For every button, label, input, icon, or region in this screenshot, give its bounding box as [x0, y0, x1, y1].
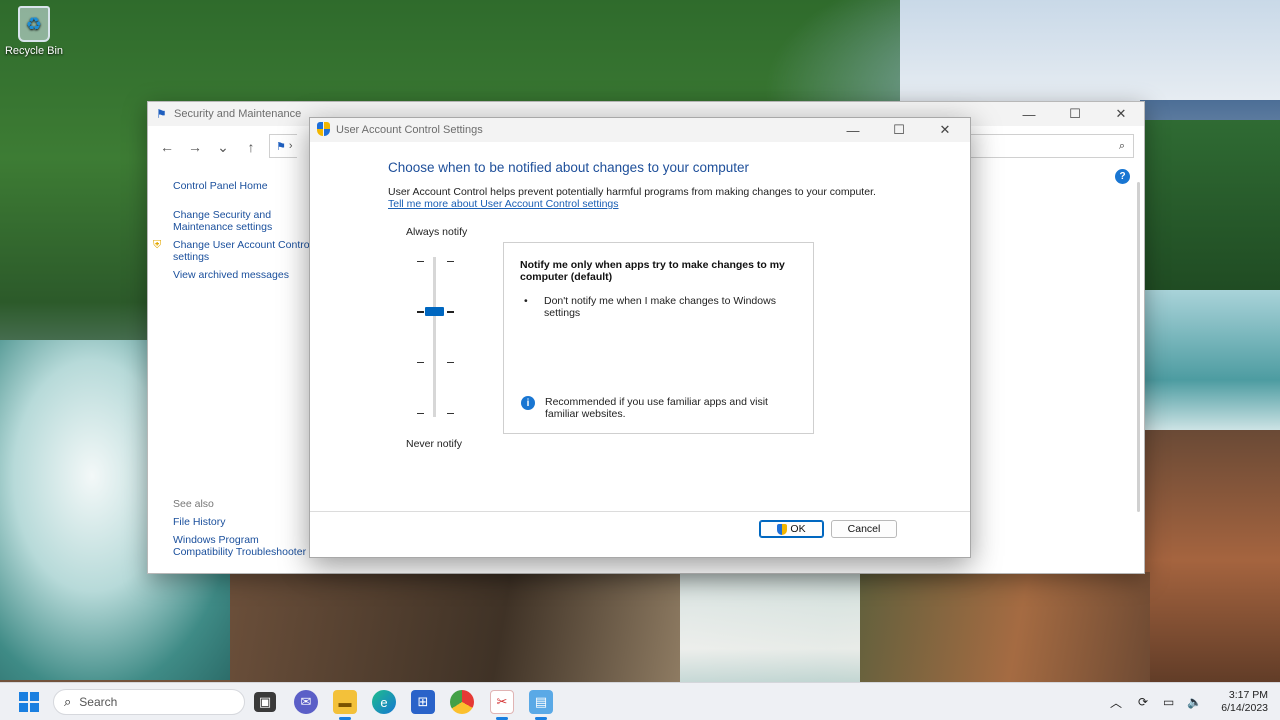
uac-shield-icon: ⛨ [153, 239, 162, 251]
chat-icon[interactable]: ✉ [294, 690, 318, 714]
desktop-icon-recycle-bin[interactable]: ♻ Recycle Bin [4, 6, 64, 57]
up-button[interactable]: ↑ [237, 139, 265, 155]
info-icon: i [521, 396, 535, 410]
task-view-icon[interactable]: ▣ [254, 692, 276, 712]
view-archived-messages-link[interactable]: View archived messages [173, 269, 313, 281]
slider-top-label: Always notify [406, 226, 468, 238]
flag-icon: ⚑ [156, 107, 167, 121]
learn-more-link[interactable]: Tell me more about User Account Control … [388, 198, 619, 210]
volume-muted-icon[interactable]: 🔈 [1187, 683, 1202, 720]
ok-button-label: OK [790, 523, 806, 535]
desktop-icon-label: Recycle Bin [4, 45, 64, 57]
network-icon[interactable]: ▭ [1163, 683, 1174, 720]
recent-locations-button[interactable]: ⌄ [209, 139, 237, 156]
change-security-settings-link[interactable]: Change Security and Maintenance settings [173, 209, 283, 233]
store-icon[interactable]: ⊞ [411, 690, 435, 714]
slider-tick [447, 362, 454, 363]
close-button[interactable]: ✕ [1098, 102, 1144, 126]
slider-thumb[interactable] [425, 307, 444, 316]
uac-settings-dialog: User Account Control Settings — ☐ ✕ Choo… [309, 117, 971, 558]
change-uac-settings-link[interactable]: Change User Account Control settings [173, 239, 313, 263]
cancel-button[interactable]: Cancel [831, 520, 897, 538]
clock-date: 6/14/2023 [1221, 702, 1268, 714]
slider-tick [447, 413, 454, 414]
file-history-link[interactable]: File History [173, 516, 313, 528]
maximize-button[interactable]: ☐ [1052, 102, 1098, 126]
tray-overflow-chevron-icon[interactable]: ︿ [1110, 683, 1122, 720]
vertical-scrollbar[interactable] [1137, 182, 1140, 512]
breadcrumb-separator: › [288, 140, 293, 152]
taskbar-search[interactable]: ⌕ Search [53, 689, 245, 715]
chrome-icon[interactable] [450, 690, 474, 714]
ok-button[interactable]: OK [759, 520, 824, 538]
recycle-bin-icon: ♻ [18, 6, 50, 42]
control-panel-icon[interactable]: ▤ [529, 690, 553, 714]
caption-buttons: — ☐ ✕ [830, 118, 968, 142]
level-title: Notify me only when apps try to make cha… [520, 259, 785, 283]
help-icon[interactable]: ? [1115, 169, 1130, 184]
dialog-heading: Choose when to be notified about changes… [388, 160, 749, 175]
compatibility-troubleshooter-link[interactable]: Windows Program Compatibility Troublesho… [173, 534, 313, 558]
dialog-titlebar[interactable]: User Account Control Settings — ☐ ✕ [310, 118, 970, 142]
taskbar-search-placeholder: Search [79, 695, 118, 709]
wallpaper-rocks [1140, 430, 1280, 690]
slider-tick [447, 261, 454, 262]
control-panel-home-link[interactable]: Control Panel Home [173, 180, 313, 192]
search-icon: ⌕ [1118, 139, 1125, 152]
wallpaper-water [1140, 290, 1280, 440]
back-button[interactable]: ← [153, 139, 181, 155]
wallpaper-sky [900, 0, 1280, 110]
see-also-label: See also [173, 498, 214, 510]
dialog-description: User Account Control helps prevent poten… [388, 186, 876, 198]
search-input[interactable]: ⌕ [970, 134, 1134, 158]
dialog-title: User Account Control Settings [336, 124, 483, 136]
wallpaper-trees [1140, 120, 1280, 300]
search-icon: ⌕ [64, 694, 72, 709]
forward-button[interactable]: → [181, 139, 209, 155]
level-description-box: Notify me only when apps try to make cha… [503, 242, 814, 434]
minimize-button[interactable]: — [1006, 102, 1052, 126]
file-explorer-icon[interactable]: ▬ [333, 690, 357, 714]
slider-bottom-label: Never notify [406, 438, 463, 450]
sync-icon[interactable]: ⟳ [1138, 683, 1148, 720]
maximize-button[interactable]: ☐ [876, 118, 922, 142]
taskbar-clock[interactable]: 3:17 PM 6/14/2023 [1212, 689, 1268, 715]
snipping-tool-icon[interactable]: ✂ [490, 690, 514, 714]
see-also-links: File History Windows Program Compatibili… [173, 516, 313, 564]
clock-time: 3:17 PM [1228, 689, 1268, 701]
close-button[interactable]: ✕ [922, 118, 968, 142]
edge-icon[interactable]: e [372, 690, 396, 714]
level-bullet: Don't notify me when I make changes to W… [524, 295, 784, 319]
address-bar[interactable]: ⚑ › [269, 134, 297, 158]
slider-tick [417, 413, 424, 414]
taskbar: ⌕ Search ▣ ✉ ▬ e ⊞ ✂ ▤ ︿ ⟳ ▭ 🔈 3:17 PM 6… [0, 682, 1280, 720]
window-title: Security and Maintenance [174, 108, 302, 120]
slider-tick [417, 362, 424, 363]
flag-icon: ⚑ [276, 140, 286, 153]
wallpaper-waterfall [680, 572, 860, 682]
level-recommendation: Recommended if you use familiar apps and… [545, 396, 768, 420]
start-button[interactable] [19, 692, 39, 712]
caption-buttons: — ☐ ✕ [1006, 102, 1144, 126]
uac-shield-icon [777, 523, 788, 535]
slider-tick-selected [417, 311, 424, 313]
uac-shield-icon [317, 122, 330, 137]
slider-tick-selected [447, 311, 454, 313]
footer-divider [310, 511, 970, 512]
windows-logo-icon [19, 692, 28, 701]
left-pane: Control Panel Home Change Security and M… [153, 180, 313, 287]
uac-level-slider[interactable] [433, 257, 436, 417]
minimize-button[interactable]: — [830, 118, 876, 142]
slider-tick [417, 261, 424, 262]
